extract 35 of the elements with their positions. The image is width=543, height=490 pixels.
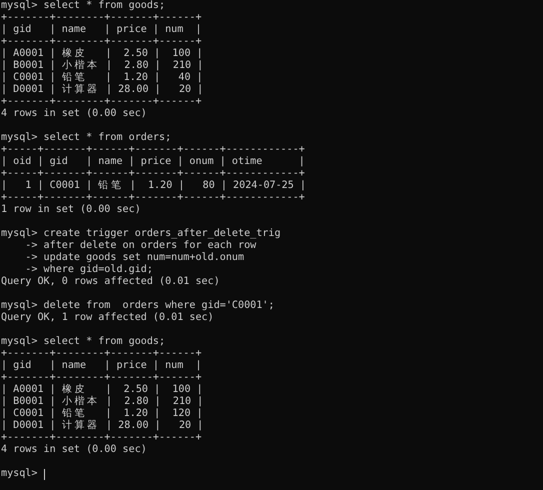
terminal-line: +-------+--------+-------+------+ bbox=[1, 372, 202, 384]
terminal-line: | C0001 | 铅笔 | 1.20 | 40 | bbox=[1, 72, 203, 84]
terminal-line: +-------+--------+-------+------+ bbox=[1, 432, 202, 444]
terminal-line: mysql> select * from goods; bbox=[1, 0, 166, 12]
terminal-line: -> update goods set num=num+old.onum bbox=[24, 252, 244, 264]
terminal-prompt[interactable]: mysql> bbox=[1, 468, 38, 480]
terminal-line: +-------+--------+-------+------+ bbox=[1, 12, 202, 24]
terminal-line: +-------+--------+-------+------+ bbox=[1, 348, 202, 360]
terminal-line: | D0001 | 计算器 | 28.00 | 20 | bbox=[1, 84, 204, 96]
terminal-line: | B0001 | 小楷本 | 2.80 | 210 | bbox=[1, 60, 204, 72]
terminal-line: +-------+--------+-------+------+ bbox=[1, 36, 202, 48]
terminal-line: | 1 | C0001 | 铅笔 | 1.20 | 80 | 2024-07-25 | bbox=[1, 180, 306, 192]
terminal-line: mysql> select * from goods; bbox=[1, 336, 166, 348]
terminal-line: 4 rows in set (0.00 sec) bbox=[1, 108, 147, 120]
terminal-line: | A0001 | 橡皮 | 2.50 | 100 | bbox=[1, 48, 203, 60]
terminal-line: | D0001 | 计算器 | 28.00 | 20 | bbox=[1, 420, 204, 432]
terminal-line: | gid | name | price | num | bbox=[1, 24, 202, 36]
terminal-line: -> where gid=old.gid; bbox=[24, 264, 153, 276]
terminal-line: 4 rows in set (0.00 sec) bbox=[1, 444, 147, 456]
terminal-line: | A0001 | 橡皮 | 2.50 | 100 | bbox=[1, 384, 203, 396]
terminal-line: 1 row in set (0.00 sec) bbox=[1, 204, 141, 216]
terminal-line: +-----+-------+------+-------+------+------------+ bbox=[1, 192, 305, 204]
terminal-line: | B0001 | 小楷本 | 2.80 | 210 | bbox=[1, 396, 204, 408]
terminal-line: Query OK, 0 rows affected (0.01 sec) bbox=[1, 276, 220, 288]
terminal-line: Query OK, 1 row affected (0.01 sec) bbox=[1, 312, 214, 324]
terminal-line: -> after delete on orders for each row bbox=[24, 240, 256, 252]
terminal-line: | oid | gid | name | price | onum | otime | bbox=[1, 156, 305, 168]
terminal-line: | C0001 | 铅笔 | 1.20 | 120 | bbox=[1, 408, 203, 420]
terminal-line: +-------+--------+-------+------+ bbox=[1, 96, 202, 108]
terminal-line: +-----+-------+------+-------+------+------------+ bbox=[1, 144, 305, 156]
terminal-line: +-----+-------+------+-------+------+------------+ bbox=[1, 168, 305, 180]
terminal-line: | gid | name | price | num | bbox=[1, 360, 202, 372]
terminal-line: mysql> delete from orders where gid='C0001'; bbox=[1, 300, 274, 312]
terminal-line: mysql> select * from orders; bbox=[1, 132, 172, 144]
terminal-line: mysql> create trigger orders_after_delete_trig bbox=[1, 228, 281, 240]
